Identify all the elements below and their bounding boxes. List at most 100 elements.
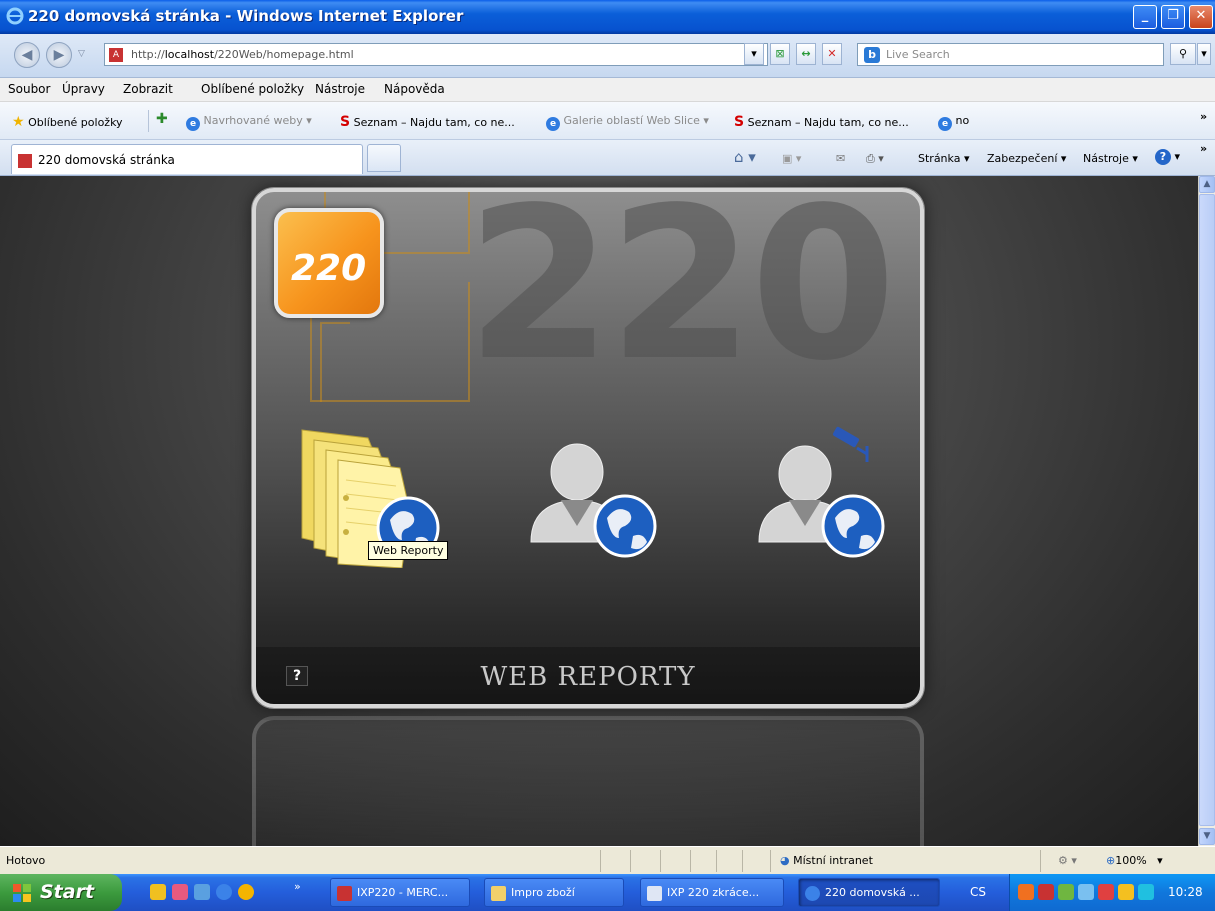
fav-seznam-2[interactable]: S Seznam – Najdu tam, co ne... bbox=[734, 114, 909, 130]
ie-quicklaunch-icon[interactable] bbox=[216, 884, 232, 900]
tab-homepage[interactable]: 220 domovská stránka bbox=[11, 144, 363, 174]
ie-page-icon: e bbox=[186, 117, 200, 131]
panel-reflection bbox=[252, 716, 924, 846]
page-menu[interactable]: Stránka ▾ bbox=[918, 152, 969, 165]
decor-frame bbox=[320, 322, 350, 402]
restore-button[interactable]: ❐ bbox=[1161, 5, 1185, 29]
tab-favicon bbox=[18, 154, 32, 168]
fav-no[interactable]: e no bbox=[938, 114, 969, 131]
compatibility-icon[interactable]: ⊠ bbox=[770, 43, 790, 65]
fav-suggested-sites[interactable]: e Navrhované weby ▾ bbox=[186, 114, 312, 131]
scroll-thumb[interactable] bbox=[1199, 194, 1215, 826]
menu-edit[interactable]: Úpravy bbox=[62, 82, 105, 96]
menu-tools[interactable]: Nástroje bbox=[315, 82, 365, 96]
language-indicator[interactable]: CS bbox=[970, 885, 986, 899]
quicklaunch-icon[interactable] bbox=[150, 884, 166, 900]
add-favorite-icon[interactable]: ✚ bbox=[156, 111, 168, 127]
protected-mode-icon[interactable]: ⚙ ▾ bbox=[1058, 854, 1077, 867]
app-logo-220: 220 bbox=[274, 208, 384, 318]
favorites-separator bbox=[148, 110, 149, 132]
search-field[interactable]: b Live Search bbox=[857, 43, 1164, 66]
globe-icon bbox=[821, 494, 885, 558]
favorites-overflow-icon[interactable]: » bbox=[1200, 110, 1207, 123]
site-favicon: A bbox=[109, 48, 123, 62]
windows-flag-icon bbox=[13, 884, 31, 902]
zoom-icon: ⊕ bbox=[1106, 854, 1116, 867]
status-separator bbox=[690, 850, 691, 872]
fav-web-slice-gallery[interactable]: e Galerie oblastí Web Slice ▾ bbox=[546, 114, 709, 131]
forward-button[interactable]: ▶ bbox=[46, 42, 72, 68]
quicklaunch-icon[interactable] bbox=[194, 884, 210, 900]
surveillance-web-icon[interactable] bbox=[749, 424, 899, 564]
vertical-scrollbar[interactable]: ▲ ▼ bbox=[1198, 176, 1215, 846]
search-placeholder: Live Search bbox=[886, 48, 950, 61]
document-icon bbox=[647, 886, 662, 901]
history-dropdown-icon[interactable]: ▽ bbox=[78, 49, 85, 59]
address-url: http://localhost/220Web/homepage.html bbox=[131, 48, 354, 61]
tray-icon[interactable] bbox=[1038, 884, 1054, 900]
refresh-icon[interactable]: ↔ bbox=[796, 43, 816, 65]
search-options-button[interactable]: ▾ bbox=[1197, 43, 1211, 65]
app-icon bbox=[337, 886, 352, 901]
panel-title: WEB REPORTY bbox=[480, 662, 696, 692]
stop-icon[interactable]: ✕ bbox=[822, 43, 842, 65]
taskbar: Start » IXP220 - MERC... Impro zboží IXP… bbox=[0, 874, 1215, 911]
ie-page-icon: e bbox=[938, 117, 952, 131]
seznam-icon: S bbox=[734, 114, 745, 130]
close-button[interactable]: ✕ bbox=[1189, 5, 1213, 29]
tray-icon[interactable] bbox=[1138, 884, 1154, 900]
security-zone[interactable]: ◕ Místní intranet bbox=[780, 854, 873, 867]
security-menu[interactable]: Zabezpečení ▾ bbox=[987, 152, 1066, 165]
ie-page-icon: e bbox=[546, 117, 560, 131]
menu-favorites[interactable]: Oblíbené položky bbox=[201, 82, 304, 96]
help-icon[interactable]: ? ▾ bbox=[1155, 149, 1180, 165]
ie-icon bbox=[805, 886, 820, 901]
menu-help[interactable]: Nápověda bbox=[384, 82, 445, 96]
start-button[interactable]: Start bbox=[0, 874, 122, 911]
taskbar-button-220-homepage[interactable]: 220 domovská ... bbox=[798, 878, 940, 907]
taskbar-button-ixp220-zkrace[interactable]: IXP 220 zkráce... bbox=[640, 878, 784, 907]
commandbar-overflow-icon[interactable]: » bbox=[1200, 142, 1207, 155]
status-separator bbox=[1040, 850, 1041, 872]
back-button[interactable]: ◀ bbox=[14, 42, 40, 68]
new-tab-button[interactable] bbox=[367, 144, 401, 172]
taskbar-button-impro-zbozi[interactable]: Impro zboží bbox=[484, 878, 624, 907]
address-bar[interactable]: A http://localhost/220Web/homepage.html bbox=[104, 43, 768, 66]
tooltip: Web Reporty bbox=[368, 541, 449, 560]
shield-icon[interactable] bbox=[1118, 884, 1134, 900]
minimize-button[interactable]: _ bbox=[1133, 5, 1157, 29]
quicklaunch-icon[interactable] bbox=[172, 884, 188, 900]
watermark-220: 220 bbox=[466, 188, 896, 407]
taskbar-button-ixp220-merc[interactable]: IXP220 - MERC... bbox=[330, 878, 470, 907]
browser-window: 220 domovská stránka - Windows Internet … bbox=[0, 0, 1215, 911]
search-button[interactable]: ⚲ bbox=[1170, 43, 1196, 65]
menu-bar: Soubor Úpravy Zobrazit Oblíbené položky … bbox=[0, 78, 1215, 102]
status-separator bbox=[716, 850, 717, 872]
quicklaunch-overflow-icon[interactable]: » bbox=[294, 880, 301, 893]
mail-icon[interactable]: ✉ bbox=[836, 152, 845, 165]
tools-menu[interactable]: Nástroje ▾ bbox=[1083, 152, 1138, 165]
feeds-icon[interactable]: ▣ ▾ bbox=[782, 152, 801, 165]
clock: 10:28 bbox=[1168, 885, 1203, 899]
fav-seznam-1[interactable]: S Seznam – Najdu tam, co ne... bbox=[340, 114, 515, 130]
tray-icon[interactable] bbox=[1058, 884, 1074, 900]
scroll-down-arrow[interactable]: ▼ bbox=[1199, 828, 1215, 845]
print-icon[interactable]: ⎙ ▾ bbox=[866, 152, 884, 166]
tray-icon[interactable] bbox=[1098, 884, 1114, 900]
favorites-button[interactable]: ★ Oblíbené položky bbox=[12, 114, 123, 130]
title-bar[interactable]: 220 domovská stránka - Windows Internet … bbox=[0, 0, 1215, 34]
user-web-icon[interactable] bbox=[521, 442, 661, 562]
tray-icon[interactable] bbox=[1018, 884, 1034, 900]
globe-icon bbox=[593, 494, 657, 558]
zoom-control[interactable]: ⊕100% ▾ bbox=[1106, 854, 1163, 867]
menu-view[interactable]: Zobrazit bbox=[123, 82, 173, 96]
menu-file[interactable]: Soubor bbox=[8, 82, 50, 96]
quicklaunch-icon[interactable] bbox=[238, 884, 254, 900]
home-icon[interactable]: ⌂ ▾ bbox=[734, 148, 756, 166]
camera-icon bbox=[832, 426, 869, 462]
intranet-icon: ◕ bbox=[780, 854, 790, 867]
scroll-up-arrow[interactable]: ▲ bbox=[1199, 176, 1215, 193]
tray-icon[interactable] bbox=[1078, 884, 1094, 900]
address-dropdown-button[interactable]: ▾ bbox=[744, 43, 764, 65]
status-bar: Hotovo ◕ Místní intranet ⚙ ▾ ⊕100% ▾ bbox=[0, 846, 1215, 874]
